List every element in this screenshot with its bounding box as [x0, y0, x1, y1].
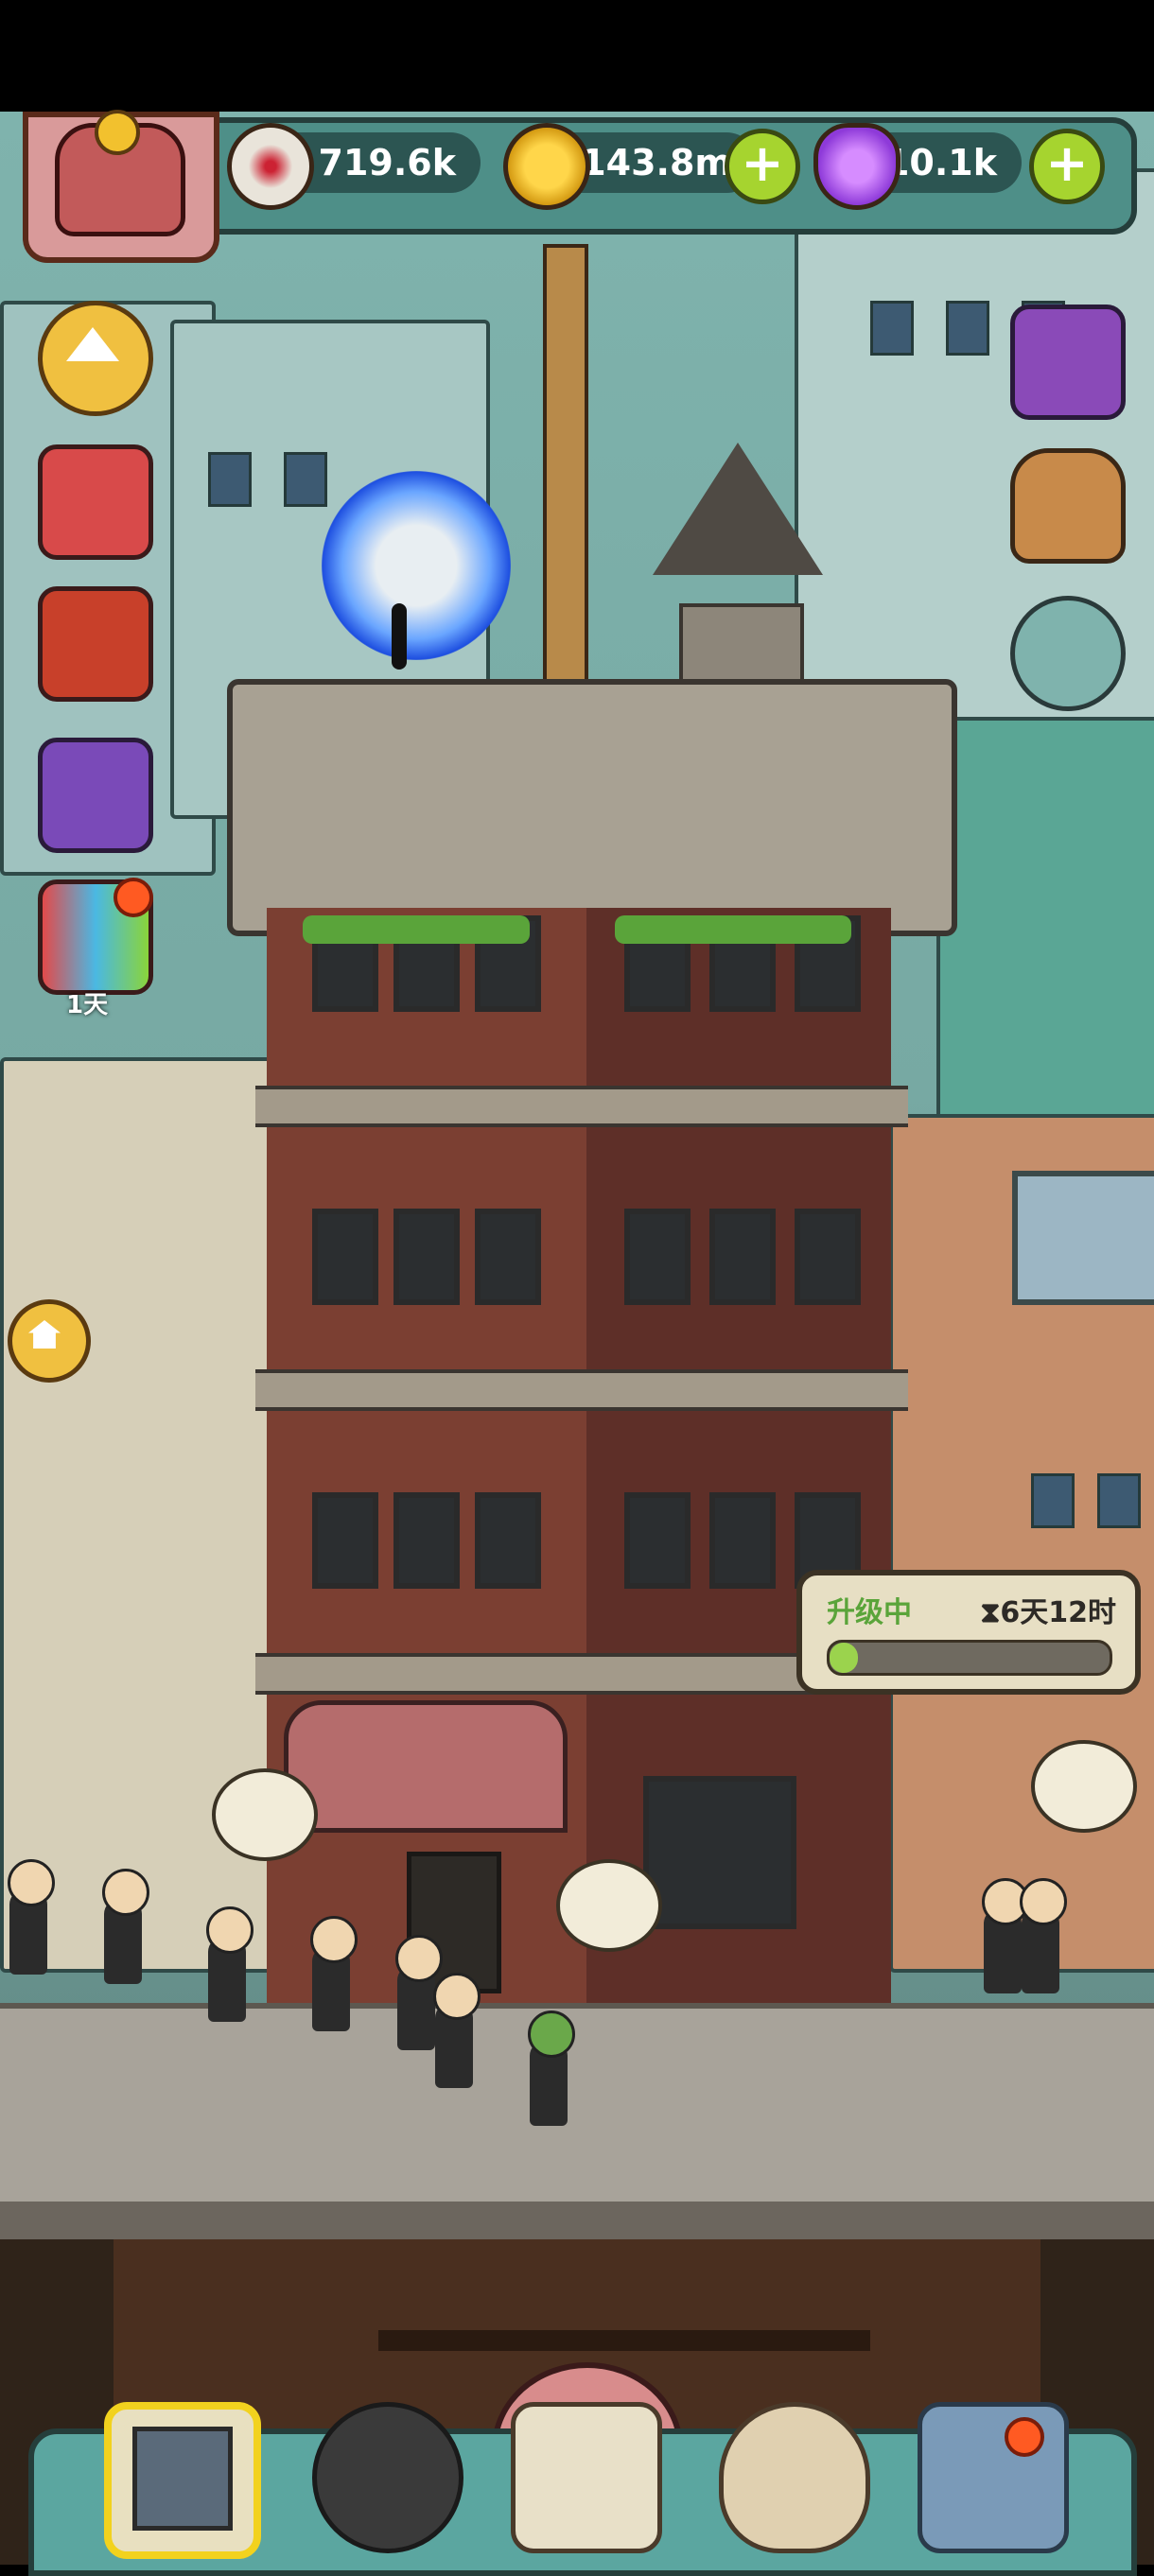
- gold-coin-icon: [503, 123, 590, 210]
- upgrade-status-bubble[interactable]: 升级中 ⧗6天12时: [796, 1570, 1141, 1695]
- backpack-button[interactable]: [1010, 448, 1126, 564]
- potion-currency-value: 10.1k: [883, 142, 997, 183]
- tower-window: [795, 1209, 861, 1305]
- pedestrian-head: [395, 1935, 443, 1982]
- add-potion-button[interactable]: +: [1029, 129, 1105, 204]
- tower-window: [393, 1209, 460, 1305]
- building-window: [284, 452, 327, 507]
- building-window: [946, 301, 989, 356]
- tower-roof: [227, 679, 957, 936]
- gift-box-button[interactable]: [38, 444, 153, 560]
- game-scene[interactable]: [0, 112, 1154, 2565]
- eye-currency-value: 719.6k: [318, 142, 456, 183]
- pedestrian-head: [206, 1906, 254, 1954]
- portal-pupil: [392, 603, 407, 670]
- tower-window: [624, 1492, 691, 1589]
- background-building: [936, 717, 1154, 1140]
- tower-window: [624, 1209, 691, 1305]
- billboard: [1012, 1171, 1154, 1305]
- shop-awning: [284, 1700, 568, 1833]
- card-pack-button[interactable]: [38, 738, 153, 853]
- eyeball-icon: [227, 123, 314, 210]
- grid-menu-nav-button[interactable]: [918, 2402, 1069, 2553]
- tower-window: [393, 1492, 460, 1589]
- building-window: [1031, 1473, 1075, 1528]
- purple-potion-icon: [813, 123, 900, 210]
- building-window: [870, 301, 914, 356]
- building-window: [208, 452, 252, 507]
- tower-window: [312, 1209, 378, 1305]
- tower-ledge: [255, 1369, 908, 1411]
- tower-window: [709, 1492, 776, 1589]
- pedestrian-head: [1020, 1878, 1067, 1925]
- totem-pole: [543, 244, 588, 715]
- avatar-rank-badge: [95, 110, 140, 155]
- building-icon: [132, 2427, 233, 2531]
- monster-collection-button[interactable]: [1010, 596, 1126, 711]
- pedestrian-head: [102, 1869, 149, 1916]
- book-nav-button[interactable]: [511, 2402, 662, 2553]
- coin-currency-value: 143.8m: [581, 142, 732, 183]
- pedestrian-head: [8, 1859, 55, 1906]
- coin-bag-nav-button[interactable]: [719, 2402, 870, 2553]
- tower-ledge: [255, 1086, 908, 1127]
- tower-window: [709, 1209, 776, 1305]
- notification-badge: [1005, 2417, 1044, 2457]
- video-ad-button[interactable]: [1010, 305, 1126, 420]
- event-timer: 1天: [66, 991, 109, 1019]
- upgrade-progress-fill: [830, 1643, 858, 1673]
- upgrade-status-label: 升级中: [827, 1596, 912, 1629]
- upgrade-time-value: 6天12时: [1000, 1596, 1116, 1629]
- monster-nav-button[interactable]: [312, 2402, 463, 2553]
- customer-bubble[interactable]: [556, 1859, 662, 1952]
- treasure-chest-button[interactable]: [38, 586, 153, 702]
- tower-window: [312, 1492, 378, 1589]
- tower-window: [475, 1209, 541, 1305]
- pedestrian-head: [528, 2010, 575, 2058]
- vine: [615, 915, 851, 944]
- upgrade-progress-bar: [827, 1640, 1112, 1676]
- up-arrow-icon: [66, 327, 119, 361]
- tower-window: [475, 1492, 541, 1589]
- sidewalk: [0, 2003, 1154, 2226]
- ground-window: [643, 1776, 796, 1929]
- pedestrian-head: [433, 1973, 481, 2020]
- vine: [303, 915, 530, 944]
- eye-portal[interactable]: [322, 471, 511, 660]
- customer-bubble[interactable]: [1031, 1740, 1137, 1833]
- pedestrian-head: [310, 1916, 358, 1963]
- add-coins-button[interactable]: +: [725, 129, 800, 204]
- building-window: [1097, 1473, 1141, 1528]
- notification-badge: [114, 878, 153, 917]
- upgrade-time-remaining: ⧗6天12时: [980, 1596, 1116, 1629]
- lair-shelf: [378, 2330, 870, 2351]
- curb: [0, 2202, 1154, 2239]
- customer-bubble[interactable]: [212, 1768, 318, 1861]
